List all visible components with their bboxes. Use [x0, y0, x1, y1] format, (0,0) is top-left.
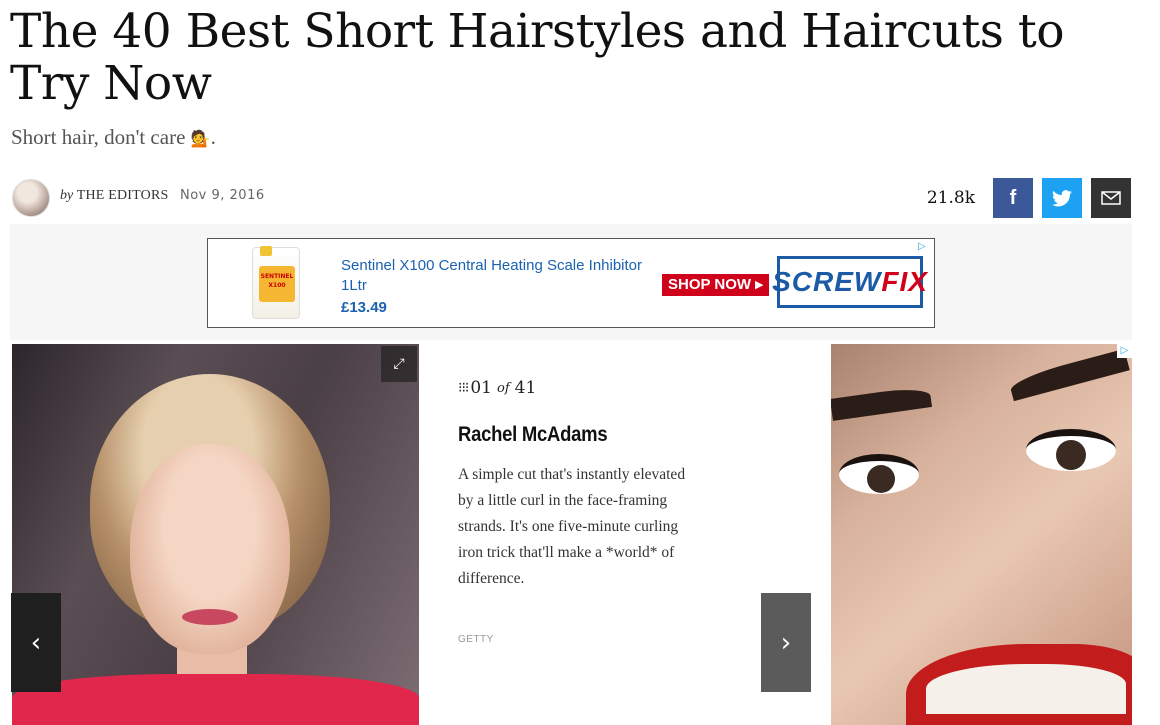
chevron-right-icon: › [780, 627, 792, 658]
facebook-share-button[interactable]: f [993, 178, 1033, 218]
product-label: SENTINEL X100 [259, 266, 295, 302]
photo-lips [182, 609, 238, 625]
twitter-share-button[interactable] [1042, 178, 1082, 218]
slide-description: A simple cut that's instantly elevated b… [458, 466, 686, 587]
grid-icon[interactable]: ⁝⁝⁝ [458, 380, 469, 396]
slide-photo[interactable] [12, 344, 419, 725]
next-slide-button[interactable]: › [761, 593, 811, 692]
twitter-icon [1052, 189, 1072, 206]
fullscreen-button[interactable]: ⤢ [381, 346, 417, 382]
share-count: 21.8k [926, 188, 975, 208]
slide-current: 01 [470, 378, 492, 398]
slide-title: Rachel McAdams [458, 423, 608, 446]
email-icon [1101, 191, 1121, 205]
subtitle-text: Short hair, don't care [11, 125, 186, 149]
share-bar: 21.8k f [927, 178, 1131, 218]
email-share-button[interactable] [1091, 178, 1131, 218]
article-subtitle: Short hair, don't care 💁. [11, 125, 216, 150]
byline-text: by THE EDITORS Nov 9, 2016 [60, 188, 265, 204]
ad-eye-left [839, 454, 919, 494]
author-avatar[interactable] [12, 179, 50, 217]
brand-main: SCREW [772, 266, 882, 297]
ad-brow-left [831, 385, 933, 421]
screwfix-logo[interactable]: SCREW FIX [772, 256, 927, 308]
facebook-icon: f [1009, 186, 1017, 209]
ad-strip: ▷ SENTINEL X100 Sentinel X100 Central He… [10, 224, 1132, 340]
brand-accent: FIX [881, 266, 928, 297]
person-tipping-hand-icon: 💁 [190, 131, 211, 148]
photo-dress [12, 674, 419, 725]
slide-of: of [497, 380, 510, 396]
chevron-left-icon: ‹ [30, 627, 42, 658]
product-image[interactable]: SENTINEL X100 [252, 246, 300, 319]
publish-date: Nov 9, 2016 [180, 188, 265, 203]
side-video-ad[interactable] [831, 344, 1132, 725]
byline: by THE EDITORS Nov 9, 2016 [12, 178, 265, 218]
ad-eye-right [1026, 429, 1116, 471]
side-ad-choices-icon[interactable]: ▷ [1117, 344, 1132, 358]
article-title: The 40 Best Short Hairstyles and Haircut… [10, 4, 1065, 111]
slide-counter: ⁝⁝⁝ 01 of 41 [458, 378, 536, 398]
author-link[interactable]: THE EDITORS [77, 188, 169, 203]
byline-prefix: by [60, 188, 74, 203]
ad-teeth [926, 664, 1126, 714]
screwfix-banner-ad[interactable]: ▷ SENTINEL X100 Sentinel X100 Central He… [207, 238, 935, 328]
ad-product-text[interactable]: Sentinel X100 Central Heating Scale Inhi… [341, 256, 651, 296]
slide-total: 41 [514, 378, 537, 398]
subtitle-end: . [210, 125, 216, 149]
ad-choices-icon[interactable]: ▷ [918, 241, 930, 253]
expand-icon: ⤢ [393, 356, 405, 372]
shop-now-button[interactable]: SHOP NOW ▸ [662, 274, 769, 296]
photo-credit: GETTY [458, 634, 494, 645]
previous-slide-button[interactable]: ‹ [11, 593, 61, 692]
ad-price: £13.49 [341, 299, 387, 316]
product-cap [260, 246, 272, 256]
ad-brow-right [1008, 348, 1130, 402]
